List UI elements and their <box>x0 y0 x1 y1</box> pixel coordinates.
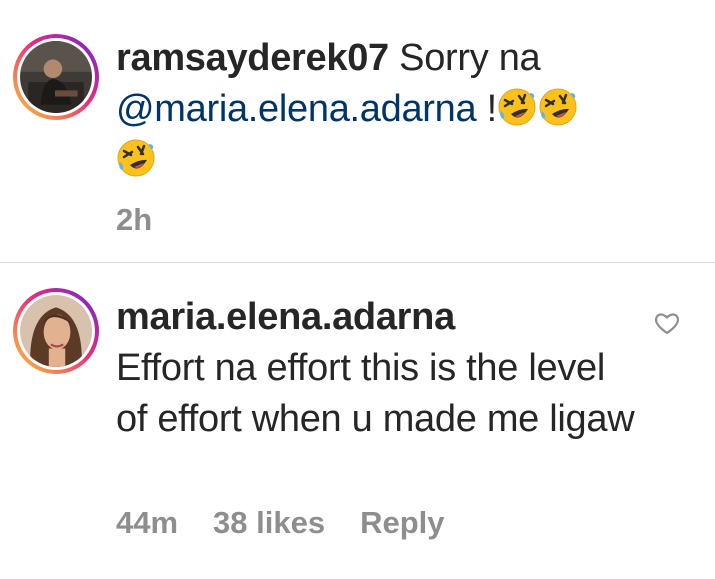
avatar-ramsayderek07[interactable] <box>13 34 99 120</box>
user-photo-icon <box>20 295 92 367</box>
avatar-ring-inner <box>17 38 95 116</box>
reply-button[interactable]: Reply <box>360 503 444 543</box>
comment-text: ramsayderek07 Sorry na @maria.elena.adar… <box>116 33 676 186</box>
comment-username[interactable]: ramsayderek07 <box>116 37 389 79</box>
likes-count-link[interactable]: 38 likes <box>213 503 325 543</box>
rolling-on-floor-laughing-icon <box>497 87 537 127</box>
comment-timestamp: 2h <box>116 202 153 237</box>
comment-meta: 44m 38 likes Reply <box>116 503 445 543</box>
comment-text: maria.elena.adarna Effort na effort this… <box>116 292 636 445</box>
comment-item: ramsayderek07 Sorry na @maria.elena.adar… <box>0 0 715 262</box>
comment-meta: 2h <box>116 200 152 240</box>
rolling-on-floor-laughing-icon <box>538 87 578 127</box>
rolling-on-floor-laughing-icon <box>116 138 156 178</box>
mention-link[interactable]: @maria.elena.adarna <box>116 88 477 130</box>
comment-body: Sorry na <box>399 37 541 79</box>
heart-outline-icon[interactable] <box>653 310 681 336</box>
avatar-ring-inner <box>17 292 95 370</box>
comment-username[interactable]: maria.elena.adarna <box>116 296 455 338</box>
comment-body-end: ! <box>486 88 498 130</box>
user-photo-icon <box>20 41 92 113</box>
comment-item: maria.elena.adarna Effort na effort this… <box>0 263 715 579</box>
comment-body: Effort na effort this is the level of ef… <box>116 347 635 440</box>
comment-timestamp: 44m <box>116 505 179 540</box>
avatar-maria-elena-adarna[interactable] <box>13 288 99 374</box>
